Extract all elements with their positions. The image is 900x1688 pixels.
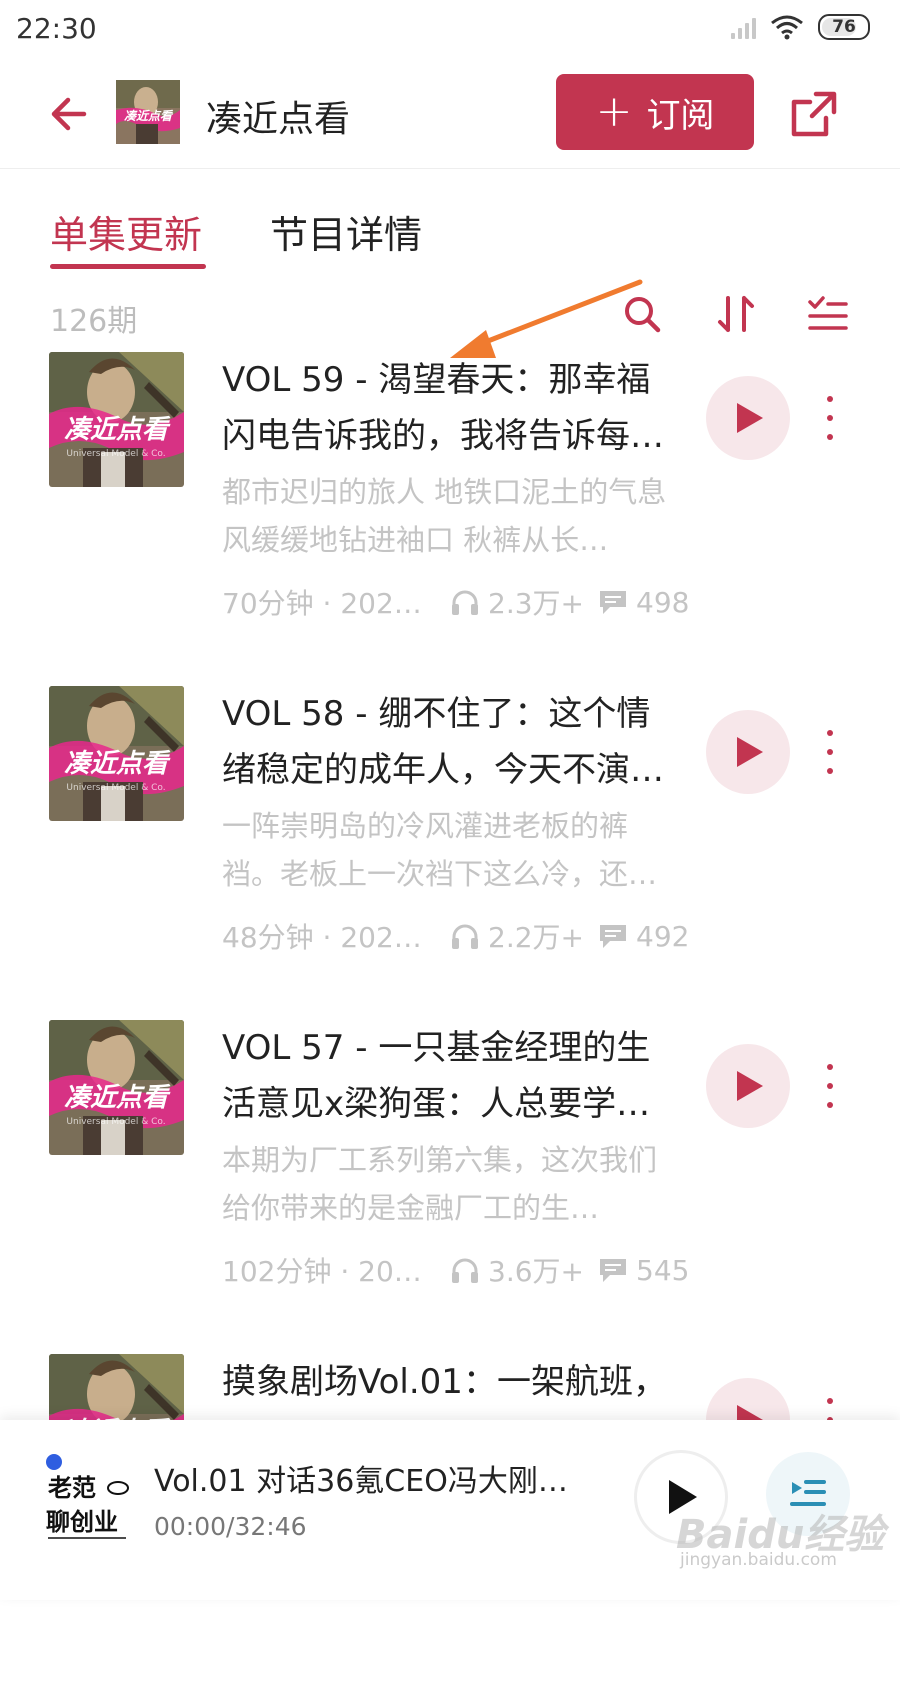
comment-icon (600, 925, 626, 948)
episode-meta: 102分钟 · 202... 3.6万+ 545 (222, 1250, 689, 1290)
battery-level: 76 (832, 17, 856, 37)
plus-icon: + (595, 86, 633, 137)
checklist-icon[interactable] (806, 292, 850, 336)
play-button[interactable] (706, 1044, 790, 1128)
page-title: 凑近点看 (206, 99, 351, 140)
episode-plays: 3.6万+ (488, 1255, 584, 1288)
podcast-cover: 凑近点看 (116, 80, 180, 144)
comment-icon (600, 1259, 626, 1282)
signal-icon (731, 15, 756, 39)
player-title: Vol.01 对话36氪CEO冯大刚：… (154, 1464, 594, 1499)
play-icon (737, 403, 763, 433)
share-icon[interactable] (786, 86, 842, 142)
episode-comments: 498 (636, 585, 690, 619)
status-time: 22:30 (16, 12, 97, 45)
episode-item[interactable]: 凑近点看 Universal Model & Co. VOL 59 - 渴望春天… (0, 352, 900, 686)
episode-title: VOL 58 - 绷不住了：这个情绪稳定的成年人，今天不演… (222, 694, 664, 790)
episode-cover: 凑近点看 Universal Model & Co. (49, 352, 184, 487)
baidu-watermark-url: jingyan.baidu.com (680, 1550, 837, 1570)
more-vertical-icon[interactable] (816, 396, 844, 440)
episode-comments: 492 (636, 919, 690, 953)
status-bar: 22:30 76 (0, 0, 900, 62)
play-button[interactable] (706, 376, 790, 460)
svg-text:老范: 老范 (48, 1474, 96, 1502)
episode-title: VOL 57 - 一只基金经理的生活意见x梁狗蛋：人总要学… (222, 1028, 651, 1124)
episode-meta: 48分钟 · 2022... 2.2万+ 492 (222, 916, 689, 956)
top-app-bar: 凑近点看 凑近点看 + 订阅 (0, 62, 900, 169)
episode-plays: 2.2万+ (488, 921, 584, 954)
mini-player[interactable]: 老范 聊创业 Vol.01 对话36氪CEO冯大刚：… 00:00/32:46 … (0, 1420, 900, 1600)
svg-text:凑近点看: 凑近点看 (64, 1083, 171, 1113)
player-cover: 老范 聊创业 (38, 1450, 138, 1550)
tab-details[interactable]: 节目详情 (270, 204, 422, 259)
arrow-left-icon[interactable] (44, 88, 96, 140)
wifi-icon (771, 15, 803, 40)
sort-icon[interactable] (714, 292, 758, 336)
svg-text:Universal Model & Co.: Universal Model & Co. (66, 1117, 165, 1127)
headphones-icon (452, 924, 478, 949)
headphones-icon (452, 590, 478, 615)
svg-text:Universal Model & Co.: Universal Model & Co. (66, 449, 165, 459)
episode-plays: 2.3万+ (488, 587, 584, 620)
episode-title: VOL 59 - 渴望春天：那幸福闪电告诉我的，我将告诉每… (222, 360, 664, 456)
tab-episodes[interactable]: 单集更新 (50, 204, 202, 259)
episode-description: 都市迟归的旅人 地铁口泥土的气息 风缓缓地钻进袖口 秋裤从长… (222, 475, 667, 557)
subscribe-label: 订阅 (646, 95, 715, 136)
headphones-icon (452, 1258, 478, 1283)
episode-meta: 70分钟 · 2022... 2.3万+ 498 (222, 582, 689, 622)
tab-indicator (50, 264, 206, 269)
episode-cover: 凑近点看 Universal Model & Co. (49, 686, 184, 821)
episode-duration-date: 102分钟 · 202... (222, 1255, 422, 1288)
more-vertical-icon[interactable] (816, 1064, 844, 1108)
play-button[interactable] (706, 710, 790, 794)
episode-duration-date: 70分钟 · 2022... (222, 587, 422, 620)
subscribe-button[interactable]: + 订阅 (556, 74, 754, 150)
svg-text:凑近点看: 凑近点看 (124, 109, 174, 123)
episode-duration-date: 48分钟 · 2022... (222, 921, 422, 954)
play-icon (737, 1071, 763, 1101)
episode-comments: 545 (636, 1253, 690, 1287)
battery-indicator: 76 (818, 14, 870, 40)
episode-title: 摸象剧场Vol.01：一架航班， (222, 1362, 667, 1402)
comment-icon (600, 591, 626, 614)
play-icon (737, 737, 763, 767)
episode-count: 126期 (50, 304, 138, 339)
episode-description: 本期为厂工系列第六集，这次我们给你带来的是金融厂工的生… (222, 1143, 658, 1225)
episode-cover: 凑近点看 Universal Model & Co. (49, 1020, 184, 1155)
svg-text:Universal Model & Co.: Universal Model & Co. (66, 783, 165, 793)
more-vertical-icon[interactable] (816, 730, 844, 774)
svg-text:聊创业: 聊创业 (46, 1508, 118, 1536)
episode-item[interactable]: 凑近点看 Universal Model & Co. VOL 57 - 一只基金… (0, 1020, 900, 1354)
episode-item[interactable]: 凑近点看 Universal Model & Co. VOL 58 - 绷不住了… (0, 686, 900, 1020)
svg-text:凑近点看: 凑近点看 (64, 749, 171, 779)
episode-description: 一阵崇明岛的冷风灌进老板的裤裆。老板上一次裆下这么冷，还… (222, 809, 658, 891)
svg-text:凑近点看: 凑近点看 (64, 415, 171, 445)
player-time: 00:00/32:46 (154, 1512, 307, 1541)
